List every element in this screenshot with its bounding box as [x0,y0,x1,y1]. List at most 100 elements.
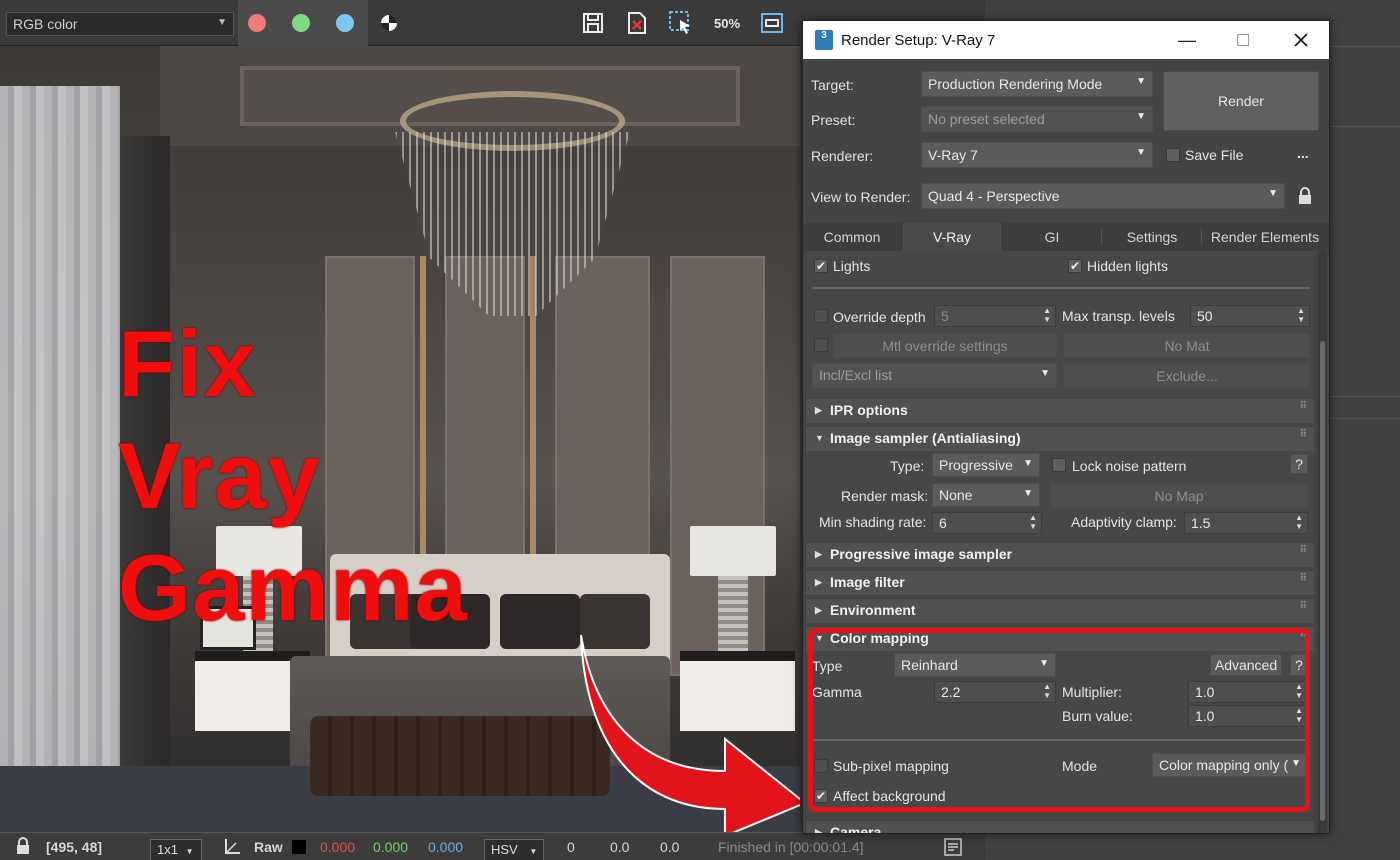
render-button[interactable]: Render [1163,71,1319,131]
rollout-camera[interactable]: ▶ Camera [806,821,1314,834]
override-depth-checkbox[interactable] [814,309,828,323]
percent-icon: % [728,15,741,31]
color-space-value: HSV [491,842,518,857]
tab-common[interactable]: Common [803,223,901,251]
view-to-render-label: View to Render: [811,189,911,205]
global-switches-panel: ✔ Lights ✔ Hidden lights Override depth … [806,251,1314,399]
lock-noise-label: Lock noise pattern [1072,458,1187,474]
clear-image-icon[interactable] [622,8,652,38]
separator [812,287,1310,289]
red-arrow-icon [580,634,800,832]
renderer-dropdown[interactable]: V-Ray 7 ▼ [921,142,1153,168]
app-icon-glyph: 3 [821,30,827,41]
lock-noise-checkbox[interactable] [1052,458,1066,472]
red-channel-toggle[interactable] [248,14,266,32]
maximize-icon[interactable] [1221,25,1265,55]
minimize-icon[interactable]: — [1165,25,1209,55]
drag-grip-icon: ⠿ [1299,573,1307,584]
rollout-progressive-sampler[interactable]: ▶ Progressive image sampler ⠿ [806,543,1314,567]
region-select-icon[interactable] [666,8,696,38]
chevron-down-icon: ▼ [1268,188,1278,199]
min-shading-rate-value: 6 [939,515,947,531]
tab-render-elements[interactable]: Render Elements [1203,223,1327,251]
override-depth-spinner[interactable]: 5 ▲ ▼ [934,305,1056,327]
scrollbar-thumb[interactable] [1320,341,1325,821]
save-file-checkbox[interactable] [1166,148,1180,162]
rollout-title: Image filter [830,574,905,590]
rollout-title: Image sampler (Antialiasing) [830,430,1021,446]
override-depth-label: Override depth [833,309,926,325]
rollout-ipr-options[interactable]: ▶ IPR options ⠿ [806,399,1314,423]
image-sampler-panel: Type: Progressive ▼ Lock noise pattern ?… [806,451,1314,537]
render-region-icon[interactable] [757,8,787,38]
tab-vray[interactable]: V-Ray [903,223,1001,251]
rollout-title: Progressive image sampler [830,546,1013,562]
preset-dropdown[interactable]: No preset selected ▼ [921,106,1153,132]
mtl-override-button[interactable]: Mtl override settings [833,333,1057,358]
blue-channel-toggle[interactable] [336,14,354,32]
sampler-type-label: Type: [890,458,925,474]
hidden-lights-checkbox[interactable]: ✔ [1068,259,1082,273]
chevron-down-icon: ▼ [185,847,194,856]
tab-separator [1201,229,1202,245]
raw-label: Raw [254,839,283,855]
render-setup-dialog: 3 Render Setup: V-Ray 7 — Target: Produc… [802,20,1330,834]
target-value: Production Rendering Mode [928,76,1103,92]
region-size-select[interactable]: 1x1 ▼ [150,839,202,860]
lock-view-icon[interactable] [1297,187,1313,208]
mtl-override-checkbox[interactable] [814,338,828,352]
max-transp-label: Max transp. levels [1062,308,1175,324]
red-value: 0.000 [320,839,356,855]
override-depth-value: 5 [941,308,949,324]
rollout-image-sampler[interactable]: ▼ Image sampler (Antialiasing) ⠿ [806,427,1314,451]
green-channel-toggle[interactable] [292,14,310,32]
overlay-title-line: Fix [118,311,257,416]
tab-settings[interactable]: Settings [1103,223,1201,251]
dialog-titlebar[interactable]: 3 Render Setup: V-Ray 7 — [803,21,1329,59]
color-picker-icon[interactable] [222,837,242,858]
rollout-title: Camera [830,824,882,834]
sampler-help-button[interactable]: ? [1290,454,1308,474]
lock-icon[interactable] [14,837,32,858]
hidden-lights-label: Hidden lights [1087,258,1168,274]
pixel-coords: [495, 48] [46,839,103,855]
max-transp-spinner[interactable]: 50 ▲ ▼ [1190,305,1310,327]
close-icon[interactable] [1279,25,1323,55]
saturation-value: 0.0 [610,839,630,855]
incl-excl-dropdown[interactable]: Incl/Excl list ▼ [812,363,1057,388]
exclude-button[interactable]: Exclude... [1064,363,1310,388]
save-file-browse-button[interactable]: ... [1297,145,1309,161]
render-mask-dropdown[interactable]: None ▼ [932,483,1040,507]
rollout-environment[interactable]: ▶ Environment ⠿ [806,599,1314,623]
expand-arrow-icon: ▶ [815,549,822,559]
preset-value: No preset selected [928,111,1045,127]
save-image-icon[interactable] [578,8,608,38]
adaptivity-clamp-spinner[interactable]: 1.5 ▲ ▼ [1184,512,1308,534]
zoom-level-icon[interactable]: 50% [712,8,742,38]
drag-grip-icon: ⠿ [1299,545,1307,556]
tab-gi[interactable]: GI [1003,223,1101,251]
curtain [0,86,120,832]
no-mat-button[interactable]: No Mat [1064,333,1310,358]
view-to-render-dropdown[interactable]: Quad 4 - Perspective ▼ [921,183,1285,209]
no-map-button[interactable]: No Map [1050,483,1308,508]
min-shading-rate-spinner[interactable]: 6 ▲ ▼ [932,512,1042,534]
color-space-select[interactable]: HSV ▼ [484,839,544,860]
render-mask-label: Render mask: [841,488,929,504]
rollout-image-filter[interactable]: ▶ Image filter ⠿ [806,571,1314,595]
value-value: 0.0 [660,839,680,855]
chevron-down-icon: ▼ [529,847,538,856]
lights-checkbox[interactable]: ✔ [814,259,828,273]
blue-value: 0.000 [428,839,464,855]
sampler-type-dropdown[interactable]: Progressive ▼ [932,453,1040,477]
target-label: Target: [811,77,854,93]
dialog-scrollbar[interactable] [1318,251,1327,833]
log-icon[interactable] [944,838,962,859]
region-size-value: 1x1 [157,842,178,857]
target-dropdown[interactable]: Production Rendering Mode ▼ [921,71,1153,97]
sampler-type-value: Progressive [939,457,1013,473]
alpha-channel-icon[interactable] [374,8,404,38]
channel-select[interactable]: RGB color ▼ [6,12,234,36]
chevron-down-icon: ▼ [1136,76,1146,87]
lights-label: Lights [833,258,871,274]
